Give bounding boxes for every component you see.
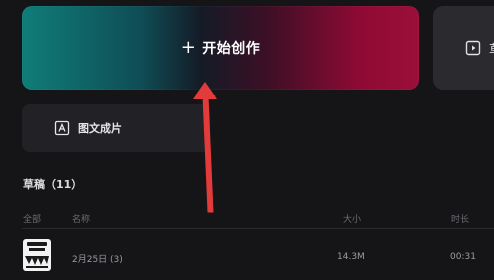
app-home: + 开始创作 草 图文成片 草稿（11） 全部 名称 大小 时长 2: [0, 0, 494, 280]
draft-thumbnail: [23, 239, 51, 271]
side-tool-label: 草: [489, 39, 494, 58]
side-tool-card[interactable]: 草: [433, 6, 494, 90]
table-divider: [22, 228, 494, 229]
start-creating-label: 开始创作: [202, 41, 261, 57]
drafts-table-header: 全部 名称 大小 时长: [0, 206, 494, 228]
image-text-icon: [54, 120, 70, 136]
image-text-to-video-button[interactable]: 图文成片: [22, 104, 210, 152]
name-column-header[interactable]: 名称: [72, 212, 90, 225]
draft-duration: 00:31: [450, 252, 476, 262]
drafts-section-title: 草稿（11）: [23, 178, 83, 191]
image-text-label: 图文成片: [78, 122, 122, 135]
select-all-header[interactable]: 全部: [23, 212, 41, 225]
duration-column-header[interactable]: 时长: [451, 212, 469, 225]
start-creating-content: + 开始创作: [181, 38, 261, 58]
table-row[interactable]: 2月25日 (3) 14.3M 00:31: [0, 236, 494, 278]
start-creating-button[interactable]: + 开始创作: [22, 6, 419, 90]
draft-size: 14.3M: [337, 252, 365, 262]
draft-name: 2月25日 (3): [72, 255, 123, 265]
film-icon: [465, 40, 481, 56]
size-column-header[interactable]: 大小: [343, 212, 361, 225]
plus-icon: +: [180, 37, 197, 58]
